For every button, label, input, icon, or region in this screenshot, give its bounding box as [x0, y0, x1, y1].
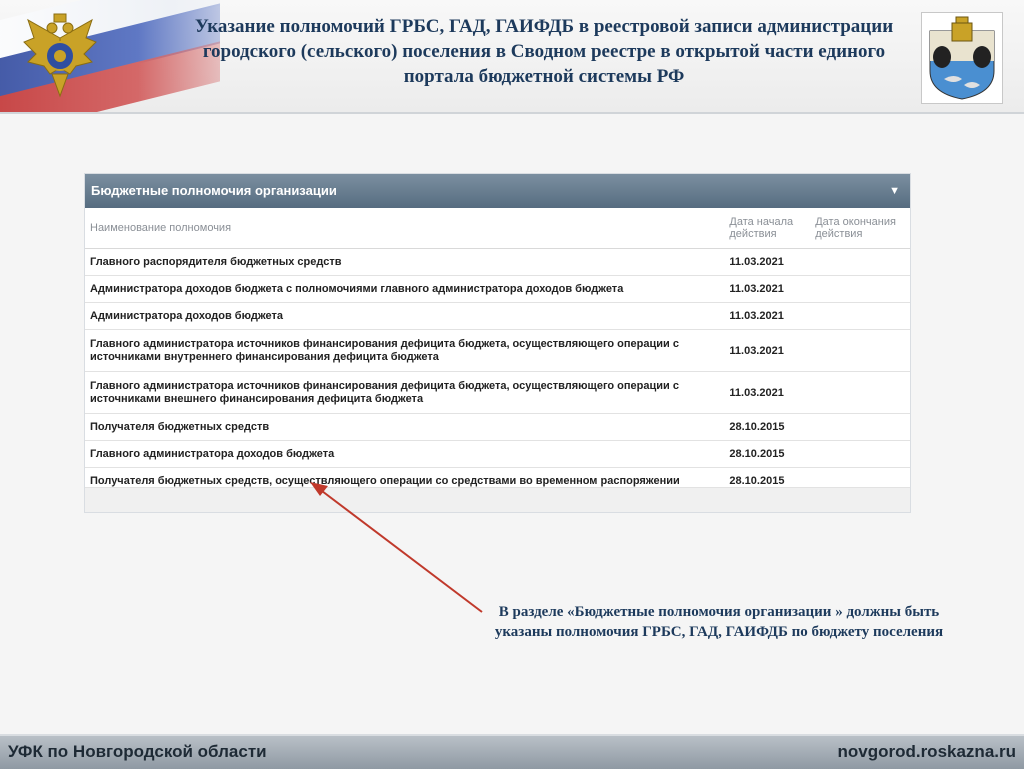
start-date: 28.10.2015: [724, 440, 811, 468]
end-date: [810, 371, 910, 414]
end-date: [810, 329, 910, 372]
slide-footer: УФК по Новгородской области novgorod.ros…: [0, 734, 1024, 769]
table-row[interactable]: Главного администратора доходов бюджета …: [85, 440, 910, 468]
table-row[interactable]: Администратора доходов бюджета с полномо…: [85, 275, 910, 303]
start-date: 11.03.2021: [724, 248, 811, 276]
power-name: Получателя бюджетных средств: [85, 413, 725, 441]
power-name: Главного администратора источников финан…: [85, 371, 725, 414]
end-date: [810, 248, 910, 276]
footer-website-link[interactable]: novgorod.roskazna.ru: [837, 742, 1016, 762]
start-date: 11.03.2021: [724, 302, 811, 330]
novgorod-coat-of-arms-icon: [921, 12, 1003, 104]
treasury-emblem-icon: [23, 13, 97, 98]
start-date: 28.10.2015: [724, 413, 811, 441]
budget-powers-panel: Бюджетные полномочия организации ▼ Наиме…: [84, 173, 911, 513]
start-date: 11.03.2021: [724, 371, 811, 414]
footer-organization: УФК по Новгородской области: [8, 742, 267, 761]
annotation-text: В разделе «Бюджетные полномочия организа…: [494, 604, 944, 640]
table-row[interactable]: Администратора доходов бюджета 11.03.202…: [85, 302, 910, 330]
table-row[interactable]: Получателя бюджетных средств 28.10.2015: [85, 413, 910, 441]
power-name: Главного администратора источников финан…: [85, 329, 725, 372]
column-header-start[interactable]: Дата начала действия: [724, 208, 811, 249]
table-row[interactable]: Главного администратора источников финан…: [85, 329, 910, 372]
start-date: 11.03.2021: [724, 329, 811, 372]
end-date: [810, 413, 910, 441]
powers-table: Наименование полномочия Дата начала дейс…: [85, 208, 910, 495]
table-header-row: Наименование полномочия Дата начала дейс…: [85, 208, 910, 249]
power-name: Главного администратора доходов бюджета: [85, 440, 725, 468]
column-header-end[interactable]: Дата окончания действия: [810, 208, 910, 249]
slide-header: Указание полномочий ГРБС, ГАД, ГАИФДБ в …: [0, 0, 1024, 114]
power-name: Администратора доходов бюджета с полномо…: [85, 275, 725, 303]
collapse-toggle-icon[interactable]: ▼: [889, 174, 900, 208]
end-date: [810, 440, 910, 468]
panel-header[interactable]: Бюджетные полномочия организации ▼: [85, 174, 910, 208]
panel-footer: [85, 487, 910, 512]
column-header-name[interactable]: Наименование полномочия: [85, 208, 725, 249]
end-date: [810, 302, 910, 330]
panel-title: Бюджетные полномочия организации: [91, 183, 337, 198]
start-date: 11.03.2021: [724, 275, 811, 303]
table-row[interactable]: Главного администратора источников финан…: [85, 371, 910, 414]
table-row[interactable]: Главного распорядителя бюджетных средств…: [85, 248, 910, 276]
power-name: Главного распорядителя бюджетных средств: [85, 248, 725, 276]
power-name: Администратора доходов бюджета: [85, 302, 725, 330]
end-date: [810, 275, 910, 303]
slide-title: Указание полномочий ГРБС, ГАД, ГАИФДБ в …: [194, 16, 894, 87]
